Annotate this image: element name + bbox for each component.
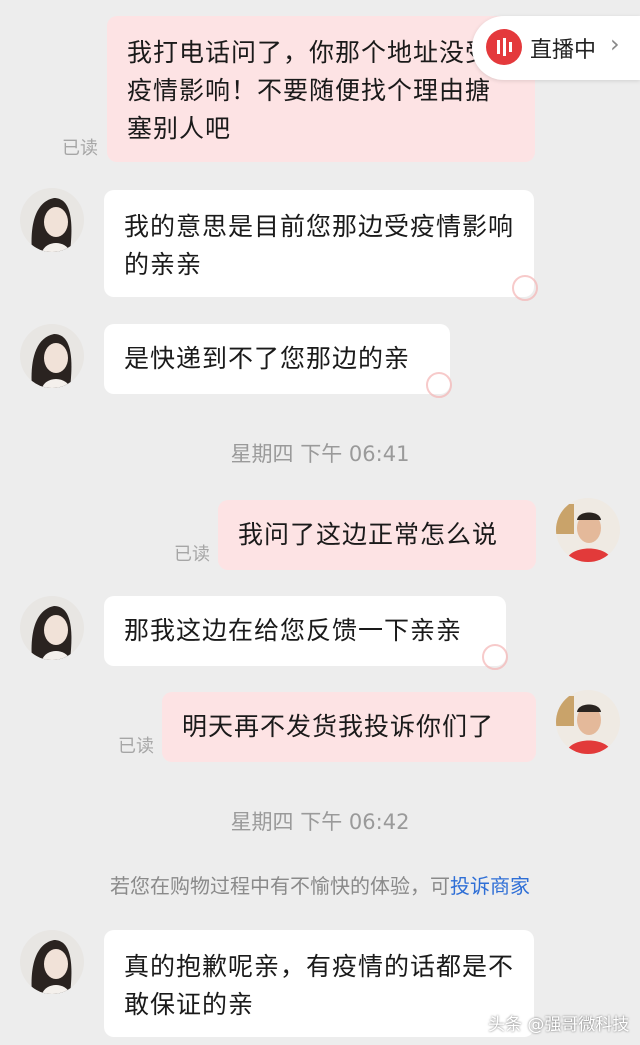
notice-text: 若您在购物过程中有不愉快的体验，可 bbox=[110, 874, 450, 898]
message-bubble-sent[interactable]: 明天再不发货我投诉你们了 bbox=[162, 692, 536, 762]
message-bubble-sent[interactable]: 我打电话问了，你那个地址没受疫情影响！不要随便找个理由搪塞别人吧 bbox=[107, 16, 535, 162]
message-text: 我问了这边正常怎么说 bbox=[238, 520, 499, 549]
avatar[interactable] bbox=[20, 188, 84, 252]
watermark: 头条 @强哥微科技 bbox=[488, 1015, 630, 1035]
avatar[interactable] bbox=[20, 324, 84, 388]
live-broadcast-icon bbox=[486, 29, 522, 65]
timestamp: 星期四 下午 06:42 bbox=[230, 810, 410, 834]
message-text: 我打电话问了，你那个地址没受疫情影响！不要随便找个理由搪塞别人吧 bbox=[127, 38, 492, 143]
message-bubble-received[interactable]: 是快递到不了您那边的亲 bbox=[104, 324, 450, 394]
live-badge[interactable]: 直播中 › bbox=[472, 16, 640, 80]
live-label: 直播中 bbox=[530, 38, 597, 63]
read-receipt: 已读 bbox=[62, 138, 98, 159]
read-receipt: 已读 bbox=[118, 736, 154, 757]
stamp-icon bbox=[512, 275, 538, 301]
timestamp: 星期四 下午 06:41 bbox=[230, 442, 410, 466]
message-bubble-received[interactable]: 真的抱歉呢亲，有疫情的话都是不敢保证的亲 bbox=[104, 930, 534, 1037]
chevron-right-icon: › bbox=[610, 30, 620, 58]
message-text: 那我这边在给您反馈一下亲亲 bbox=[124, 616, 463, 645]
system-notice: 若您在购物过程中有不愉快的体验，可投诉商家 bbox=[0, 870, 640, 899]
message-text: 是快递到不了您那边的亲 bbox=[124, 344, 411, 373]
message-text: 明天再不发货我投诉你们了 bbox=[182, 712, 495, 741]
stamp-icon bbox=[426, 372, 452, 398]
message-text: 真的抱歉呢亲，有疫情的话都是不敢保证的亲 bbox=[124, 952, 515, 1019]
stamp-icon bbox=[482, 644, 508, 670]
message-bubble-received[interactable]: 我的意思是目前您那边受疫情影响的亲亲 bbox=[104, 190, 534, 297]
avatar[interactable] bbox=[20, 596, 84, 660]
message-bubble-sent[interactable]: 我问了这边正常怎么说 bbox=[218, 500, 536, 570]
message-bubble-received[interactable]: 那我这边在给您反馈一下亲亲 bbox=[104, 596, 506, 666]
read-receipt: 已读 bbox=[174, 544, 210, 565]
avatar[interactable] bbox=[556, 498, 620, 562]
complain-merchant-link[interactable]: 投诉商家 bbox=[450, 874, 530, 898]
avatar[interactable] bbox=[20, 930, 84, 994]
message-text: 我的意思是目前您那边受疫情影响的亲亲 bbox=[124, 212, 515, 279]
avatar[interactable] bbox=[556, 690, 620, 754]
